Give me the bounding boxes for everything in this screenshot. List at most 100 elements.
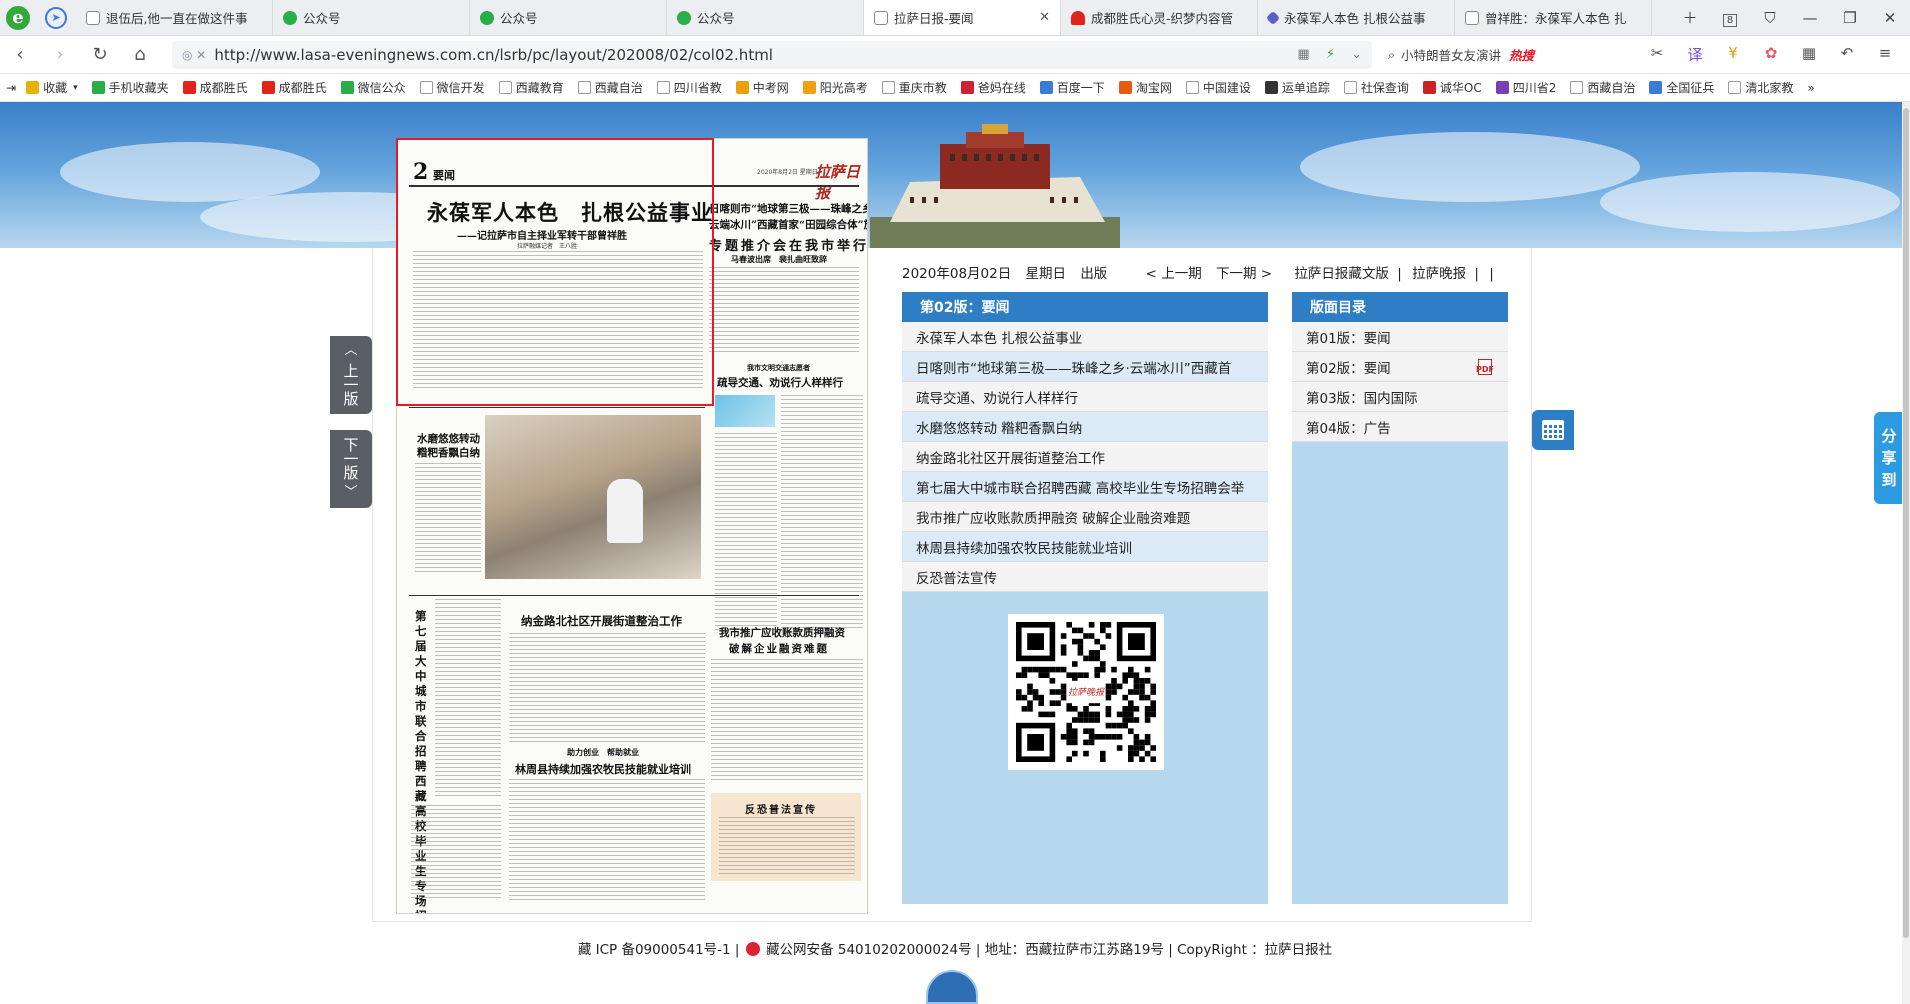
calendar-button[interactable] [1532, 410, 1574, 450]
reader-icon[interactable]: ▦ [1297, 47, 1309, 62]
article-link[interactable]: 反恐普法宣传 [902, 562, 1268, 592]
footer-icp[interactable]: 藏 ICP 备09000541号-1 [578, 942, 731, 958]
bookmark-item[interactable]: 运单追踪 [1264, 79, 1330, 96]
bookmark-item[interactable]: 淘宝网 [1118, 79, 1172, 96]
bookmark-item[interactable]: 中国建设 [1185, 79, 1251, 96]
footer: 藏 ICP 备09000541号-1 | 藏公网安备 5401020200002… [0, 938, 1910, 958]
bookmark-item[interactable]: 成都胜氏 [261, 79, 327, 96]
tab-count-button[interactable]: 8 [1710, 9, 1750, 27]
home-button[interactable]: ⌂ [120, 44, 160, 65]
diamond-icon [1265, 10, 1281, 25]
bookmark-item[interactable]: 阳光高考 [802, 79, 868, 96]
bookmark-item[interactable]: 诚华OC [1422, 79, 1482, 96]
site-info-icon[interactable]: ◎ ✕ [182, 48, 206, 62]
qr-code-icon: 拉萨晚报 [1016, 622, 1156, 762]
translate-icon[interactable]: 译 [1676, 44, 1714, 65]
tab-4[interactable]: 拉萨日报-要闻 ✕ [864, 0, 1061, 35]
selected-article-highlight[interactable] [396, 138, 714, 406]
undo-icon[interactable]: ↶ [1828, 44, 1866, 65]
tab-title: 公众号 [500, 11, 538, 26]
game-icon[interactable]: ✿ [1752, 44, 1790, 65]
page-scrollbar[interactable] [1902, 102, 1910, 1004]
prev-issue-link[interactable]: < 上一期 [1146, 266, 1202, 282]
tab-0[interactable]: 退伍后,他一直在做这件事 [76, 0, 273, 35]
article-link[interactable]: 我市推广应收账款质押融资 破解企业融资难题 [902, 502, 1268, 532]
bookmark-item[interactable]: 百度一下 [1039, 79, 1105, 96]
article-link[interactable]: 第七届大中城市联合招聘西藏 高校毕业生专场招聘会举 [902, 472, 1268, 502]
next-edition-button[interactable]: 下 一 版 ﹀ [330, 430, 372, 508]
next-label-2: 一 [343, 450, 359, 468]
np-right-headline-3: 专题推介会在我市举行 [709, 239, 868, 254]
np-finance-headline-2: 破解企业融资难题 [729, 643, 829, 655]
back-button[interactable]: ‹ [0, 44, 40, 65]
chevron-down-icon[interactable]: ▾ [73, 83, 78, 93]
navigation-icon[interactable]: ➤ [36, 0, 76, 35]
bookmark-item[interactable]: 手机收藏夹 [91, 79, 169, 96]
tab-7[interactable]: 曾祥胜：永葆军人本色 扎 [1455, 0, 1652, 35]
bookmark-item[interactable]: 中考网 [735, 79, 789, 96]
next-label-3: 版 [343, 464, 359, 482]
coin-icon[interactable]: ¥ [1714, 44, 1752, 65]
more-bookmarks-icon[interactable]: » [1807, 81, 1814, 95]
bookmark-item[interactable]: 社保查询 [1343, 79, 1409, 96]
chevron-down-icon[interactable]: ⌄ [1351, 47, 1362, 62]
new-tab-button[interactable]: ＋ [1670, 7, 1710, 28]
close-window-button[interactable]: ✕ [1870, 9, 1910, 27]
scissors-icon[interactable]: ✂ [1638, 44, 1676, 65]
tab-6[interactable]: 永葆军人本色 扎根公益事 [1258, 0, 1455, 35]
np-date: 2020年8月2日 星期日 [757, 169, 818, 176]
bookmark-item[interactable]: 微信开发 [419, 79, 485, 96]
bookmark-item[interactable]: 四川省教 [656, 79, 722, 96]
footer-police[interactable]: 藏公网安备 54010202000024号 [766, 942, 972, 958]
reload-button[interactable]: ↻ [80, 44, 120, 65]
toc-item[interactable]: 第02版：要闻 PDF [1292, 352, 1508, 382]
share-button[interactable]: 分 享 到 [1874, 412, 1904, 504]
tab-3[interactable]: 公众号 [667, 0, 864, 35]
article-link[interactable]: 纳金路北社区开展街道整治工作 [902, 442, 1268, 472]
bookmark-item[interactable]: 西藏自治 [1570, 79, 1635, 96]
separator: | [1168, 942, 1178, 958]
minimize-button[interactable]: — [1790, 9, 1830, 27]
bookmark-item[interactable]: 重庆市教 [881, 79, 947, 96]
url-field[interactable]: ◎ ✕ http://www.lasa-eveningnews.com.cn/l… [172, 40, 1372, 69]
apps-icon[interactable]: ▦ [1790, 44, 1828, 65]
article-link[interactable]: 永葆军人本色 扎根公益事业 [902, 322, 1268, 352]
lightning-icon[interactable]: ⚡ [1326, 47, 1335, 62]
page-icon [874, 10, 888, 25]
restore-button[interactable]: ❐ [1830, 9, 1870, 27]
toc-item[interactable]: 第03版：国内国际 [1292, 382, 1508, 412]
bookmark-item[interactable]: 全国征兵 [1649, 79, 1714, 96]
shirt-icon[interactable]: ⛉ [1750, 9, 1790, 27]
menu-icon[interactable]: ≡ [1866, 44, 1904, 65]
tab-2[interactable]: 公众号 [470, 0, 667, 35]
bookmark-item[interactable]: 清北家教 [1728, 79, 1793, 96]
close-tab-icon[interactable]: ✕ [1039, 10, 1050, 25]
forward-button[interactable]: › [40, 44, 80, 65]
article-link[interactable]: 疏导交通、劝说行人样样行 [902, 382, 1268, 412]
browser-logo-icon[interactable]: e [0, 0, 36, 35]
bookmark-item[interactable]: 西藏教育 [498, 79, 564, 96]
evening-news-link[interactable]: 拉萨晚报 [1412, 266, 1466, 282]
next-issue-link[interactable]: 下一期 > [1216, 266, 1272, 282]
tab-5[interactable]: 成都胜氏心灵-织梦内容管 [1061, 0, 1258, 35]
bookmark-item[interactable]: 微信公众 [340, 79, 406, 96]
article-link[interactable]: 林周县持续加强农牧民技能就业培训 [902, 532, 1268, 562]
prev-edition-button[interactable]: ︿ 上 一 版 [330, 336, 372, 414]
bookmark-icon [656, 81, 670, 94]
article-link[interactable]: 水磨悠悠转动 糌粑香飘白纳 [902, 412, 1268, 442]
calendar-icon [1542, 420, 1564, 440]
search-box[interactable]: ⌕ 小特朗普女友演讲 热搜 [1388, 45, 1608, 64]
tab-1[interactable]: 公众号 [273, 0, 470, 35]
bookmark-item[interactable]: 爸妈在线 [960, 79, 1026, 96]
toc-item[interactable]: 第01版：要闻 [1292, 322, 1508, 352]
sidebar-toggle-icon[interactable]: ⇥ [6, 81, 16, 95]
url-text[interactable]: http://www.lasa-eveningnews.com.cn/lsrb/… [214, 46, 1285, 64]
bookmark-item[interactable]: 四川省2 [1495, 79, 1556, 96]
bookmark-item[interactable]: 西藏自治 [577, 79, 643, 96]
bookmark-item[interactable]: 收藏 ▾ [26, 79, 78, 96]
article-link[interactable]: 日喀则市“地球第三极——珠峰之乡·云端冰川”西藏首 [902, 352, 1268, 382]
bookmark-item[interactable]: 成都胜氏 [182, 79, 248, 96]
toc-item[interactable]: 第04版：广告 [1292, 412, 1508, 442]
tibetan-edition-link[interactable]: 拉萨日报藏文版 [1294, 266, 1389, 282]
pdf-icon[interactable]: PDF [1476, 359, 1494, 375]
